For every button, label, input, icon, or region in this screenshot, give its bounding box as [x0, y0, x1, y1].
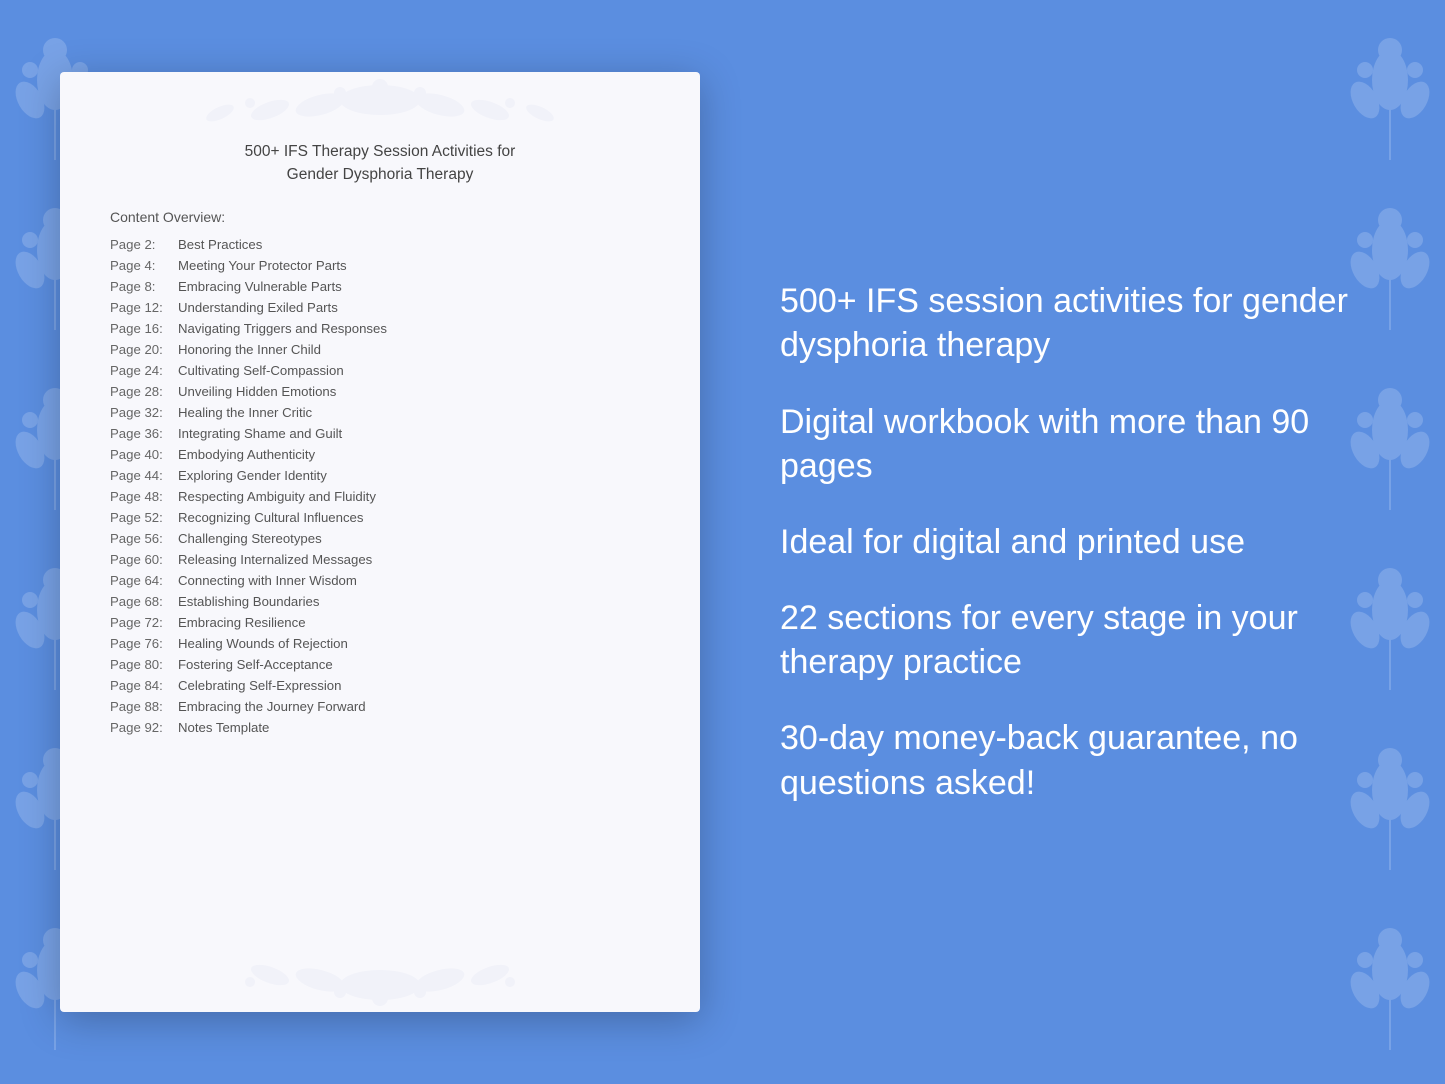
toc-title: Recognizing Cultural Influences — [178, 510, 363, 525]
toc-page-number: Page 44: — [110, 468, 178, 483]
toc-page-number: Page 8: — [110, 279, 178, 294]
toc-title: Connecting with Inner Wisdom — [178, 573, 357, 588]
toc-item: Page 88:Embracing the Journey Forward — [110, 697, 650, 716]
toc-list: Page 2:Best PracticesPage 4:Meeting Your… — [110, 235, 650, 737]
toc-page-number: Page 88: — [110, 699, 178, 714]
toc-item: Page 32:Healing the Inner Critic — [110, 403, 650, 422]
toc-page-number: Page 56: — [110, 531, 178, 546]
toc-title: Meeting Your Protector Parts — [178, 258, 347, 273]
toc-title: Exploring Gender Identity — [178, 468, 327, 483]
toc-page-number: Page 40: — [110, 447, 178, 462]
feature-item-2: Digital workbook with more than 90 pages — [780, 400, 1385, 488]
toc-title: Embracing Vulnerable Parts — [178, 279, 342, 294]
feature-item-5: 30-day money-back guarantee, no question… — [780, 716, 1385, 804]
toc-page-number: Page 64: — [110, 573, 178, 588]
toc-item: Page 84:Celebrating Self-Expression — [110, 676, 650, 695]
toc-title: Embracing Resilience — [178, 615, 306, 630]
toc-item: Page 80:Fostering Self-Acceptance — [110, 655, 650, 674]
toc-page-number: Page 76: — [110, 636, 178, 651]
toc-page-number: Page 72: — [110, 615, 178, 630]
toc-page-number: Page 36: — [110, 426, 178, 441]
toc-item: Page 2:Best Practices — [110, 235, 650, 254]
features-panel: 500+ IFS session activities for gender d… — [760, 279, 1385, 805]
page-container: 500+ IFS Therapy Session Activities for … — [0, 0, 1445, 1084]
toc-item: Page 72:Embracing Resilience — [110, 613, 650, 632]
toc-title: Establishing Boundaries — [178, 594, 320, 609]
toc-item: Page 68:Establishing Boundaries — [110, 592, 650, 611]
toc-item: Page 52:Recognizing Cultural Influences — [110, 508, 650, 527]
toc-title: Healing the Inner Critic — [178, 405, 312, 420]
toc-title: Unveiling Hidden Emotions — [178, 384, 336, 399]
toc-item: Page 44:Exploring Gender Identity — [110, 466, 650, 485]
toc-page-number: Page 4: — [110, 258, 178, 273]
toc-title: Understanding Exiled Parts — [178, 300, 338, 315]
toc-page-number: Page 20: — [110, 342, 178, 357]
feature-item-4: 22 sections for every stage in your ther… — [780, 596, 1385, 684]
toc-item: Page 76:Healing Wounds of Rejection — [110, 634, 650, 653]
feature-item-1: 500+ IFS session activities for gender d… — [780, 279, 1385, 367]
toc-title: Celebrating Self-Expression — [178, 678, 341, 693]
toc-item: Page 12:Understanding Exiled Parts — [110, 298, 650, 317]
toc-page-number: Page 16: — [110, 321, 178, 336]
doc-title: 500+ IFS Therapy Session Activities for … — [110, 140, 650, 187]
toc-title: Honoring the Inner Child — [178, 342, 321, 357]
toc-item: Page 16:Navigating Triggers and Response… — [110, 319, 650, 338]
toc-page-number: Page 2: — [110, 237, 178, 252]
toc-title: Best Practices — [178, 237, 262, 252]
toc-title: Respecting Ambiguity and Fluidity — [178, 489, 376, 504]
toc-item: Page 48:Respecting Ambiguity and Fluidit… — [110, 487, 650, 506]
toc-page-number: Page 52: — [110, 510, 178, 525]
toc-item: Page 28:Unveiling Hidden Emotions — [110, 382, 650, 401]
toc-item: Page 24:Cultivating Self-Compassion — [110, 361, 650, 380]
toc-title: Releasing Internalized Messages — [178, 552, 372, 567]
toc-item: Page 8:Embracing Vulnerable Parts — [110, 277, 650, 296]
toc-page-number: Page 92: — [110, 720, 178, 735]
toc-title: Integrating Shame and Guilt — [178, 426, 342, 441]
toc-item: Page 40:Embodying Authenticity — [110, 445, 650, 464]
toc-title: Healing Wounds of Rejection — [178, 636, 348, 651]
doc-top-decoration — [60, 72, 700, 132]
toc-title: Embodying Authenticity — [178, 447, 315, 462]
feature-item-3: Ideal for digital and printed use — [780, 520, 1385, 564]
toc-page-number: Page 24: — [110, 363, 178, 378]
toc-item: Page 4:Meeting Your Protector Parts — [110, 256, 650, 275]
content-overview-label: Content Overview: — [110, 209, 650, 225]
document-preview: 500+ IFS Therapy Session Activities for … — [60, 72, 700, 1012]
toc-page-number: Page 28: — [110, 384, 178, 399]
toc-page-number: Page 68: — [110, 594, 178, 609]
toc-item: Page 56:Challenging Stereotypes — [110, 529, 650, 548]
toc-item: Page 92:Notes Template — [110, 718, 650, 737]
toc-page-number: Page 32: — [110, 405, 178, 420]
toc-title: Notes Template — [178, 720, 269, 735]
toc-title: Embracing the Journey Forward — [178, 699, 366, 714]
toc-title: Challenging Stereotypes — [178, 531, 322, 546]
toc-page-number: Page 12: — [110, 300, 178, 315]
doc-bottom-decoration — [60, 952, 700, 1012]
toc-page-number: Page 60: — [110, 552, 178, 567]
toc-page-number: Page 84: — [110, 678, 178, 693]
toc-title: Cultivating Self-Compassion — [178, 363, 344, 378]
toc-item: Page 20:Honoring the Inner Child — [110, 340, 650, 359]
toc-item: Page 60:Releasing Internalized Messages — [110, 550, 650, 569]
toc-title: Fostering Self-Acceptance — [178, 657, 333, 672]
toc-item: Page 64:Connecting with Inner Wisdom — [110, 571, 650, 590]
toc-page-number: Page 80: — [110, 657, 178, 672]
toc-title: Navigating Triggers and Responses — [178, 321, 387, 336]
toc-item: Page 36:Integrating Shame and Guilt — [110, 424, 650, 443]
toc-page-number: Page 48: — [110, 489, 178, 504]
